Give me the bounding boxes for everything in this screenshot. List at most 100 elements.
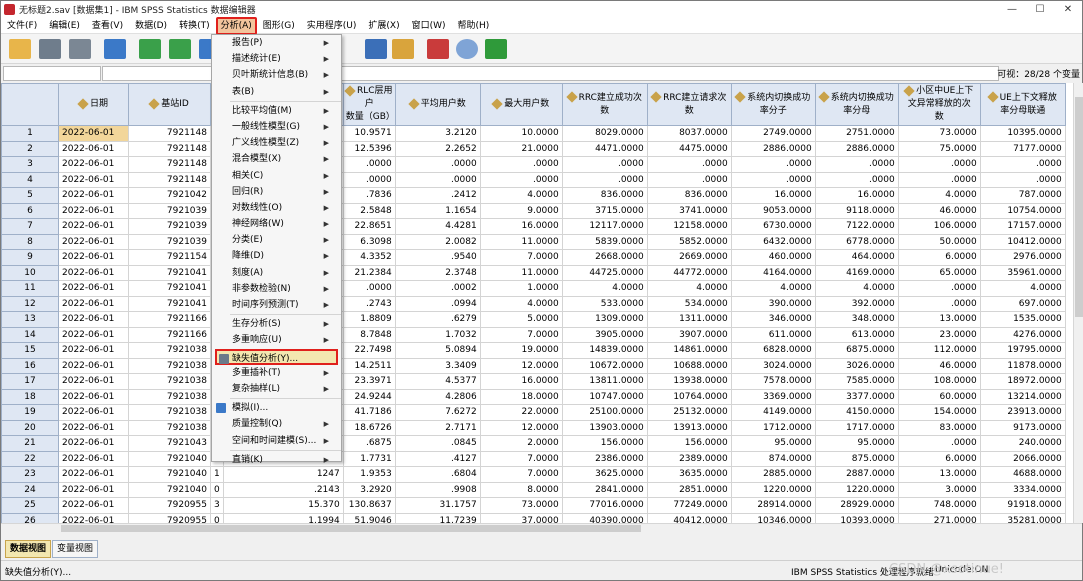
data-cell[interactable]: 2886.0000 — [730, 140, 816, 157]
data-cell[interactable]: 0 — [210, 512, 224, 523]
data-cell[interactable]: 2022-06-01 — [58, 249, 129, 266]
data-cell[interactable]: 2749.0000 — [730, 125, 816, 142]
data-cell[interactable]: 8.0000 — [479, 481, 563, 498]
row-number[interactable]: 25 — [1, 497, 59, 514]
menu-item-7[interactable]: 混合模型(X) ▶ — [212, 151, 341, 167]
data-cell[interactable]: 46.0000 — [897, 202, 981, 219]
column-header-2[interactable]: 基站ID — [128, 83, 211, 126]
data-cell[interactable]: .9908 — [394, 481, 481, 498]
data-cell[interactable]: 95.0000 — [814, 435, 899, 452]
tab-variable-view[interactable]: 变量视图 — [52, 540, 99, 558]
column-header-6[interactable]: 平均用户数 — [394, 83, 481, 126]
print-icon[interactable] — [69, 39, 91, 59]
data-cell[interactable]: 19795.0000 — [979, 342, 1066, 359]
table-row[interactable]: 23 2022-06-01 7921040 1 1247 1.9353.6804 7.000… — [1, 466, 1066, 483]
data-cell[interactable]: 3369.0000 — [730, 388, 816, 405]
table-row[interactable]: 1 2022-06-01 7921148 10.9571 3.2120 10.0000 80… — [1, 125, 1066, 142]
data-cell[interactable]: 7122.0000 — [814, 218, 899, 235]
table-row[interactable]: 26 2022-06-01 7920955 0 1.1994 51.9046 11.7239… — [1, 512, 1066, 523]
value-labels-icon[interactable] — [427, 39, 449, 59]
data-cell[interactable]: 2022-06-01 — [58, 311, 129, 328]
data-cell[interactable]: .0000 — [479, 156, 563, 173]
data-cell[interactable]: 7920955 — [128, 497, 211, 514]
data-cell[interactable]: 10764.0000 — [646, 388, 732, 405]
recall-dialog-icon[interactable] — [104, 39, 126, 59]
table-row[interactable]: 24 2022-06-01 7921040 0.2143 3.2920.9908 8.00… — [1, 481, 1066, 498]
data-cell[interactable]: 7921038 — [128, 342, 211, 359]
menu-item-18[interactable]: 多重响应(U) ▶ — [212, 332, 341, 348]
data-cell[interactable]: 611.0000 — [730, 326, 816, 343]
data-cell[interactable]: .2743 — [342, 295, 396, 312]
data-cell[interactable]: .7836 — [342, 187, 396, 204]
data-cell[interactable]: 40412.0000 — [646, 512, 732, 523]
data-cell[interactable]: 156.0000 — [646, 435, 732, 452]
data-cell[interactable]: 2022-06-01 — [58, 187, 129, 204]
table-row[interactable]: 25 2022-06-01 7920955 3 15.370 130.8637 31.175… — [1, 497, 1066, 514]
menu-10[interactable]: 帮助(H) — [452, 19, 496, 33]
menu-item-23[interactable]: 质量控制(Q) ▶ — [212, 416, 341, 432]
data-cell[interactable]: .6804 — [394, 466, 481, 483]
data-cell[interactable]: 83.0000 — [897, 419, 981, 436]
data-cell[interactable]: 5.0000 — [479, 311, 563, 328]
column-header-7[interactable]: 最大用户数 — [479, 83, 563, 126]
data-cell[interactable]: 16.0000 — [479, 373, 563, 390]
menu-item-24[interactable]: 空间和时间建模(S)... ▶ — [212, 433, 341, 449]
use-sets-icon[interactable] — [456, 39, 478, 59]
row-number[interactable]: 11 — [1, 280, 59, 297]
data-cell[interactable]: 7921039 — [128, 233, 211, 250]
row-number[interactable]: 4 — [1, 171, 59, 188]
data-cell[interactable]: 836.0000 — [646, 187, 732, 204]
data-cell[interactable]: .0000 — [646, 156, 732, 173]
data-cell[interactable]: .2412 — [394, 187, 481, 204]
data-cell[interactable]: 2022-06-01 — [58, 388, 129, 405]
data-cell[interactable]: 22.7498 — [342, 342, 396, 359]
data-cell[interactable]: 16.0000 — [479, 218, 563, 235]
data-cell[interactable]: 1309.0000 — [561, 311, 648, 328]
menu-item-15[interactable]: 非参数检验(N) ▶ — [212, 281, 341, 297]
data-cell[interactable]: 8.7848 — [342, 326, 396, 343]
menu-4[interactable]: 转换(T) — [173, 19, 216, 33]
table-row[interactable]: 21 2022-06-01 7921043.6875.0845 2.0000 156.0… — [1, 435, 1066, 452]
data-cell[interactable]: 13811.0000 — [561, 373, 648, 390]
table-row[interactable]: 13 2022-06-01 7921166 1.8809.6279 5.0000 1309… — [1, 311, 1066, 328]
data-cell[interactable]: 2022-06-01 — [58, 512, 129, 523]
data-cell[interactable]: 13913.0000 — [646, 419, 732, 436]
data-cell[interactable]: 1.0000 — [479, 280, 563, 297]
data-cell[interactable]: 11.0000 — [479, 233, 563, 250]
close-icon[interactable]: ✕ — [1054, 1, 1082, 18]
data-cell[interactable]: 7177.0000 — [979, 140, 1066, 157]
menu-item-20[interactable]: 多重插补(T) ▶ — [212, 365, 341, 381]
data-cell[interactable]: 6730.0000 — [730, 218, 816, 235]
menu-3[interactable]: 数据(D) — [129, 19, 173, 33]
data-cell[interactable]: 3377.0000 — [814, 388, 899, 405]
table-row[interactable]: 19 2022-06-01 7921038 41.7186 7.6272 22.0000 2… — [1, 404, 1066, 421]
row-number[interactable]: 6 — [1, 202, 59, 219]
row-number[interactable]: 18 — [1, 388, 59, 405]
data-cell[interactable]: 14.2511 — [342, 357, 396, 374]
data-cell[interactable]: .6279 — [394, 311, 481, 328]
vertical-scrollbar[interactable] — [1073, 83, 1083, 523]
data-cell[interactable]: 3715.0000 — [561, 202, 648, 219]
table-row[interactable]: 20 2022-06-01 7921038 18.6726 2.7171 12.0000 1… — [1, 419, 1066, 436]
data-cell[interactable]: 8037.0000 — [646, 125, 732, 142]
data-cell[interactable]: 10412.0000 — [979, 233, 1066, 250]
column-header-9[interactable]: RRC建立请求次 数 — [646, 83, 732, 126]
data-cell[interactable]: 7.0000 — [479, 249, 563, 266]
data-cell[interactable]: 875.0000 — [814, 450, 899, 467]
table-row[interactable]: 10 2022-06-01 7921041 21.2384 2.3748 11.0000 4… — [1, 264, 1066, 281]
table-row[interactable]: 16 2022-06-01 7921038 14.2511 3.3409 12.0000 1… — [1, 357, 1066, 374]
row-number[interactable]: 7 — [1, 218, 59, 235]
data-cell[interactable]: 28929.0000 — [814, 497, 899, 514]
row-number[interactable]: 23 — [1, 466, 59, 483]
data-cell[interactable]: 4.0000 — [979, 280, 1066, 297]
data-cell[interactable]: .0000 — [561, 171, 648, 188]
data-cell[interactable]: 3741.0000 — [646, 202, 732, 219]
data-cell[interactable]: 6828.0000 — [730, 342, 816, 359]
data-cell[interactable]: 2.7171 — [394, 419, 481, 436]
data-cell[interactable]: 7921041 — [128, 280, 211, 297]
data-cell[interactable]: 464.0000 — [814, 249, 899, 266]
data-cell[interactable]: 23.3971 — [342, 373, 396, 390]
data-cell[interactable]: 156.0000 — [561, 435, 648, 452]
data-cell[interactable]: 2022-06-01 — [58, 233, 129, 250]
data-cell[interactable]: 154.0000 — [897, 404, 981, 421]
